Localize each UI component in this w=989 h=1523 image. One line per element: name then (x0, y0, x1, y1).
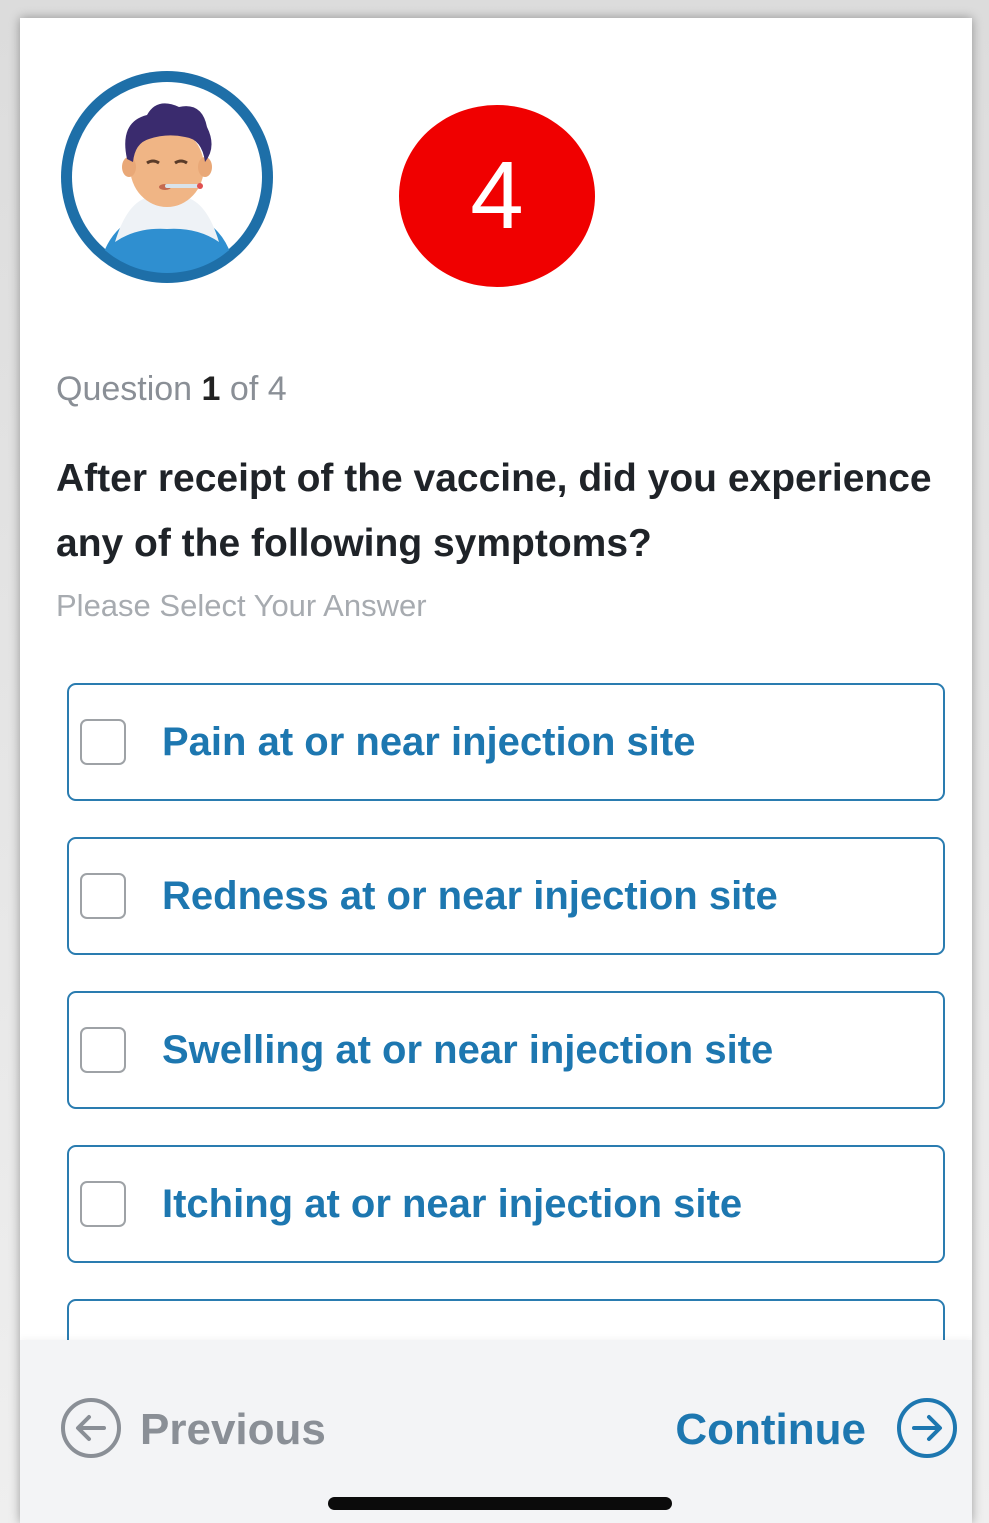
question-text: After receipt of the vaccine, did you ex… (56, 457, 932, 565)
answer-option-redness[interactable]: Redness at or near injection site (67, 837, 945, 955)
checkbox[interactable] (80, 1181, 126, 1227)
step-number-badge: 4 (399, 105, 595, 287)
arrow-right-circle-icon (896, 1397, 958, 1464)
screenshot-frame: 4 Question 1 of 4 After receipt of the v… (0, 0, 989, 1523)
answer-option-label: Redness at or near injection site (162, 873, 778, 918)
question-counter-suffix: of 4 (229, 370, 287, 408)
answer-option-label: Itching at or near injection site (162, 1181, 743, 1226)
sick-person-avatar-icon (57, 67, 277, 287)
checkbox[interactable] (80, 873, 126, 919)
question-counter-prefix: Question (56, 370, 193, 408)
question-counter: Question 1 of 4 (56, 370, 287, 409)
checkbox[interactable] (80, 1027, 126, 1073)
answer-option-label: Pain at or near injection site (162, 719, 696, 764)
checkbox[interactable] (80, 719, 126, 765)
phone-screen: 4 Question 1 of 4 After receipt of the v… (20, 18, 972, 1523)
answer-option-label: Swelling at or near injection site (162, 1027, 774, 1072)
answer-option-itching[interactable]: Itching at or near injection site (67, 1145, 945, 1263)
answer-hint: Please Select Your Answer (56, 588, 427, 623)
footer-navigation: Previous Continue (20, 1340, 972, 1523)
answer-option-swelling[interactable]: Swelling at or near injection site (67, 991, 945, 1109)
continue-button[interactable]: Continue (675, 1397, 958, 1464)
previous-button-label: Previous (140, 1405, 326, 1454)
answer-option-pain[interactable]: Pain at or near injection site (67, 683, 945, 801)
answer-options-list: Pain at or near injection site Redness a… (67, 683, 945, 1299)
question-current-number: 1 (201, 370, 221, 408)
continue-button-label: Continue (675, 1405, 866, 1454)
home-indicator (328, 1497, 672, 1510)
previous-button[interactable]: Previous (60, 1397, 326, 1464)
arrow-left-circle-icon (60, 1397, 122, 1464)
